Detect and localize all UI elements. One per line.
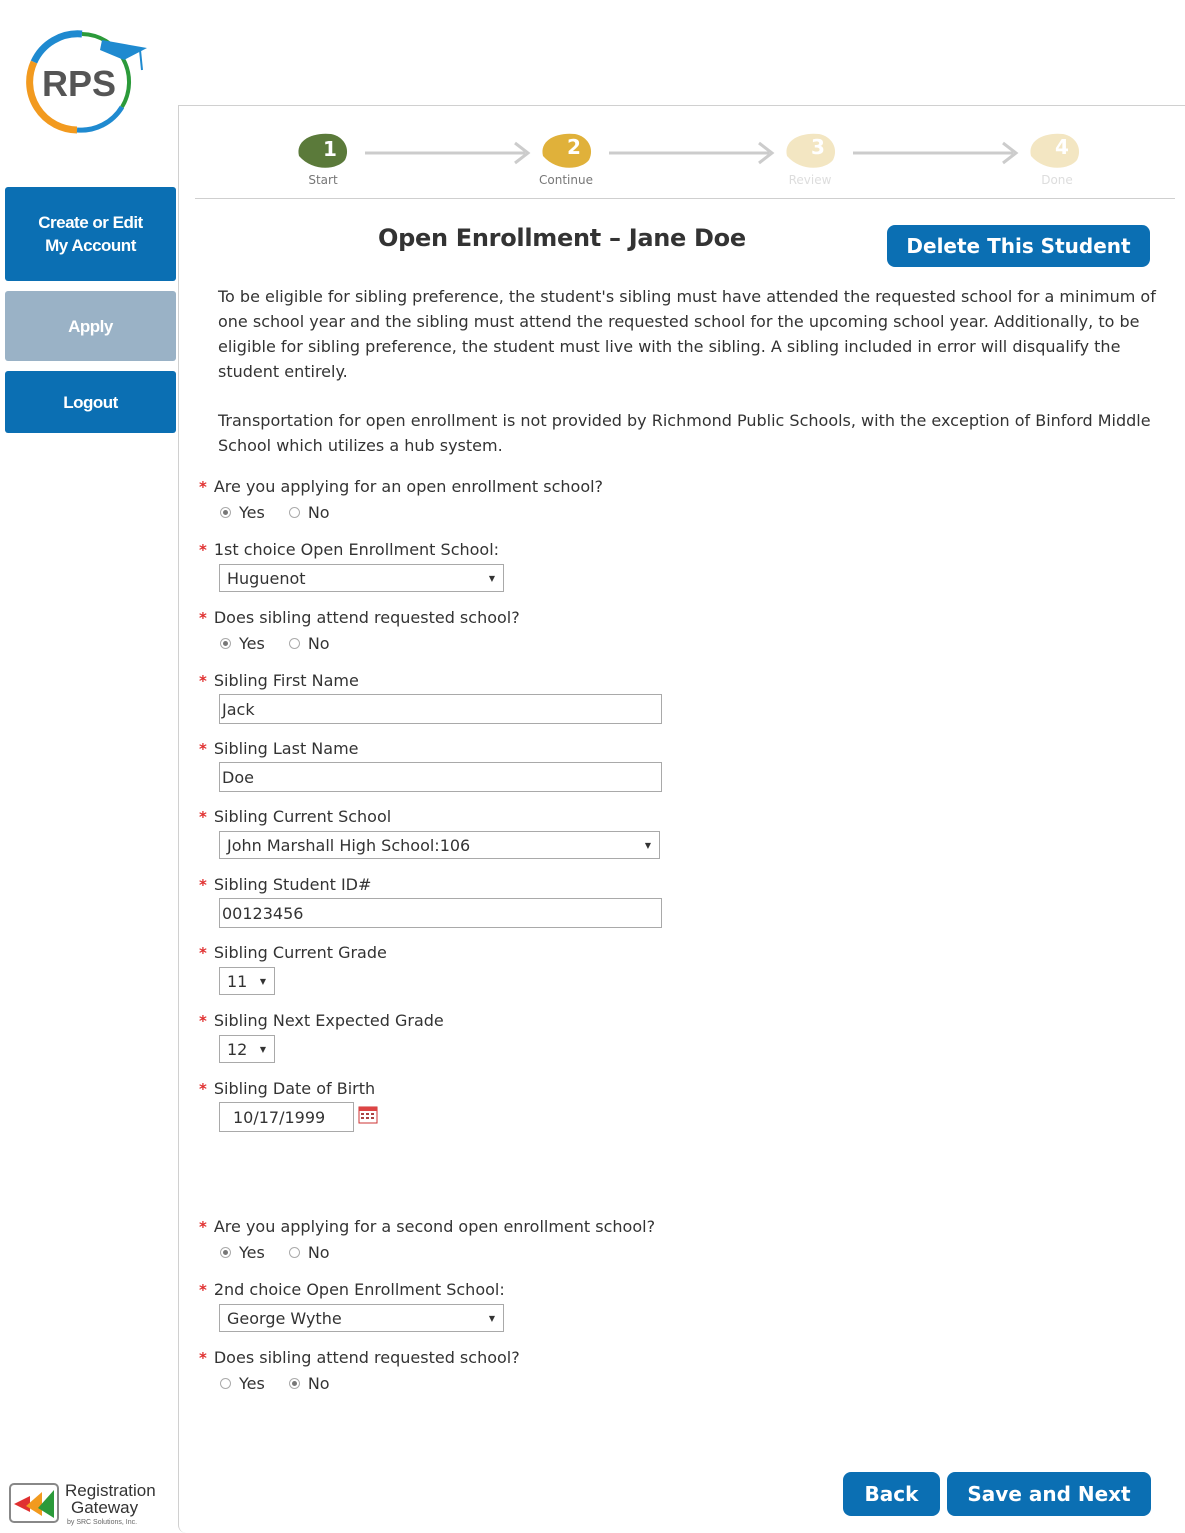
radio-label-no: No bbox=[307, 1243, 330, 1262]
rg-line2: Gateway bbox=[71, 1498, 139, 1517]
delete-student-button[interactable]: Delete This Student bbox=[887, 225, 1150, 267]
chevron-down-icon: ▼ bbox=[488, 574, 495, 583]
question-sibling-id: * Sibling Student ID# bbox=[199, 875, 372, 894]
question-sibling-next-grade: * Sibling Next Expected Grade bbox=[199, 1011, 444, 1030]
radio-label-yes: Yes bbox=[239, 634, 265, 653]
chevron-down-icon: ▼ bbox=[488, 1314, 495, 1323]
sibling-attend-2-yes-radio[interactable] bbox=[220, 1378, 231, 1389]
question-second-choice: * 2nd choice Open Enrollment School: bbox=[199, 1280, 505, 1299]
step-1-icon: 1 bbox=[298, 133, 348, 168]
sibling-school-select[interactable]: John Marshall High School:106 ▼ bbox=[219, 831, 660, 859]
radio-label-yes: Yes bbox=[239, 503, 265, 522]
sibling-attend-yes-radio[interactable] bbox=[220, 638, 231, 649]
first-choice-select[interactable]: Huguenot ▼ bbox=[219, 564, 504, 592]
question-first-choice: * 1st choice Open Enrollment School: bbox=[199, 540, 500, 559]
logout-label: Logout bbox=[63, 392, 118, 412]
second-school-yes-radio[interactable] bbox=[220, 1247, 231, 1258]
open-enrollment-yes-radio[interactable] bbox=[220, 507, 231, 518]
sibling-dob-input[interactable]: 10/17/1999 bbox=[219, 1102, 354, 1132]
step-4-num: 4 bbox=[1055, 135, 1069, 159]
sibling-next-grade-select[interactable]: 12 ▼ bbox=[219, 1035, 275, 1063]
second-school-no-radio[interactable] bbox=[288, 1247, 300, 1258]
rg-line3: by SRC Solutions, Inc. bbox=[67, 1519, 137, 1526]
required-icon: * bbox=[199, 944, 207, 962]
logo-text: RPS bbox=[42, 63, 116, 104]
sibling-last-name-input[interactable]: Doe bbox=[219, 762, 662, 792]
back-button[interactable]: Back bbox=[843, 1472, 940, 1516]
page-title: Open Enrollment – Jane Doe bbox=[378, 224, 746, 252]
radio-label-yes: Yes bbox=[239, 1374, 265, 1393]
sibling-attend-no-radio[interactable] bbox=[288, 638, 300, 649]
required-icon: * bbox=[199, 541, 207, 559]
step-4-label: Done bbox=[1041, 173, 1073, 187]
registration-gateway-logo: Registration Gateway by SRC Solutions, I… bbox=[8, 1478, 173, 1528]
required-icon: * bbox=[199, 1012, 207, 1030]
radio-label-no: No bbox=[307, 1374, 330, 1393]
step-3-icon: 3 bbox=[786, 133, 836, 168]
required-icon: * bbox=[199, 808, 207, 826]
step-1-num: 1 bbox=[323, 137, 337, 161]
step-3-num: 3 bbox=[811, 135, 825, 159]
save-and-next-button[interactable]: Save and Next bbox=[947, 1472, 1151, 1516]
apply-label: Apply bbox=[68, 316, 113, 336]
calendar-icon[interactable] bbox=[358, 1106, 378, 1124]
step-1-label: Start bbox=[308, 173, 338, 187]
question-sibling-grade: * Sibling Current Grade bbox=[199, 943, 387, 962]
question-sibling-school: * Sibling Current School bbox=[199, 807, 392, 826]
logout-button[interactable]: Logout bbox=[5, 371, 176, 433]
question-second-school: * Are you applying for a second open enro… bbox=[199, 1217, 656, 1236]
required-icon: * bbox=[199, 1349, 207, 1367]
question-sibling-attend-2: * Does sibling attend requested school? bbox=[199, 1348, 520, 1367]
required-icon: * bbox=[199, 1281, 207, 1299]
sibling-preference-note: To be eligible for sibling preference, t… bbox=[218, 287, 1156, 381]
required-icon: * bbox=[199, 876, 207, 894]
question-sibling-attend: * Does sibling attend requested school? bbox=[199, 608, 520, 627]
required-icon: * bbox=[199, 740, 207, 758]
radio-label-yes: Yes bbox=[239, 1243, 265, 1262]
open-enrollment-radios: Yes No bbox=[220, 503, 354, 522]
step-2-icon: 2 bbox=[542, 133, 592, 168]
second-choice-select[interactable]: George Wythe ▼ bbox=[219, 1304, 504, 1332]
step-4-icon: 4 bbox=[1030, 133, 1080, 168]
transportation-note: Transportation for open enrollment is no… bbox=[218, 411, 1151, 455]
radio-label-no: No bbox=[307, 503, 330, 522]
required-icon: * bbox=[199, 609, 207, 627]
sibling-first-name-input[interactable]: Jack bbox=[219, 694, 662, 724]
question-sibling-dob: * Sibling Date of Birth bbox=[199, 1079, 376, 1098]
rps-logo: RPS bbox=[22, 22, 152, 137]
required-icon: * bbox=[199, 672, 207, 690]
sibling-attend-2-no-radio[interactable] bbox=[288, 1378, 300, 1389]
required-icon: * bbox=[199, 478, 207, 496]
chevron-down-icon: ▼ bbox=[644, 841, 651, 850]
chevron-down-icon: ▼ bbox=[259, 977, 266, 986]
sibling-attend-radios: Yes No bbox=[220, 634, 354, 653]
sibling-id-input[interactable]: 00123456 bbox=[219, 898, 662, 928]
second-school-radios: Yes No bbox=[220, 1243, 354, 1262]
step-2-label: Continue bbox=[539, 173, 593, 187]
sibling-attend-2-radios: Yes No bbox=[220, 1374, 354, 1393]
radio-label-no: No bbox=[307, 634, 330, 653]
create-edit-account-label: Create or Edit My Account bbox=[38, 213, 143, 255]
open-enrollment-no-radio[interactable] bbox=[288, 507, 300, 518]
sibling-grade-select[interactable]: 11 ▼ bbox=[219, 967, 275, 995]
question-sibling-first-name: * Sibling First Name bbox=[199, 671, 359, 690]
create-edit-account-button[interactable]: Create or Edit My Account bbox=[5, 187, 176, 281]
required-icon: * bbox=[199, 1218, 207, 1236]
required-icon: * bbox=[199, 1080, 207, 1098]
chevron-down-icon: ▼ bbox=[259, 1045, 266, 1054]
apply-button[interactable]: Apply bbox=[5, 291, 176, 361]
step-3-label: Review bbox=[788, 173, 832, 187]
progress-steps: 1 2 3 4 Start Continue Review Done bbox=[195, 120, 1175, 199]
question-sibling-last-name: * Sibling Last Name bbox=[199, 739, 359, 758]
step-2-num: 2 bbox=[567, 135, 581, 159]
question-open-enrollment: * Are you applying for an open enrollment… bbox=[199, 477, 604, 496]
